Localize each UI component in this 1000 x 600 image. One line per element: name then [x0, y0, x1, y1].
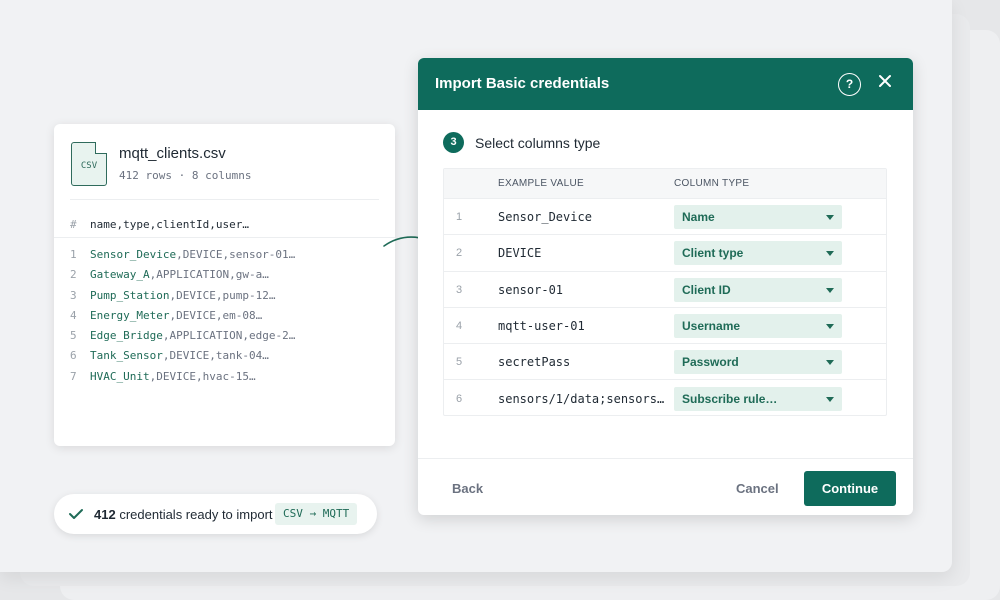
file-icon-label: CSV [80, 161, 98, 171]
line-key: Pump_Station [90, 288, 170, 302]
row-number: 5 [456, 356, 463, 369]
csv-line: 5 Edge_Bridge,APPLICATION,edge-2… [70, 326, 295, 346]
csv-line: 1 Sensor_Device,DEVICE,sensor-01… [70, 245, 295, 265]
example-value: sensors/1/data;sensors… [498, 391, 665, 406]
csv-header-row: # name,type,clientId,user… [70, 218, 249, 231]
column-type-value: Subscribe rule… [682, 391, 778, 406]
line-number: 4 [70, 308, 77, 322]
line-key: Sensor_Device [90, 248, 177, 261]
table-header: EXAMPLE VALUE COLUMN TYPE [444, 169, 886, 199]
dialog-footer: Back Cancel Continue [418, 458, 913, 515]
csv-lines: 1 Sensor_Device,DEVICE,sensor-01… 2 Gatewa… [70, 245, 295, 387]
line-rest: ,DEVICE,tank-04… [162, 349, 269, 363]
file-meta: 412 rows · 8 columns [119, 169, 252, 182]
import-dialog: Import Basic credentials ? 3 Select colu… [418, 58, 913, 515]
row-number: 3 [456, 283, 463, 296]
column-type-value: Client type [682, 246, 744, 261]
line-key: Edge_Bridge [90, 329, 163, 343]
column-type-value: Client ID [682, 282, 731, 297]
example-value: Sensor_Device [498, 210, 592, 224]
table-row: 6 sensors/1/data;sensors… Subscribe rule… [444, 381, 886, 417]
example-value: secretPass [498, 355, 571, 370]
column-type-select[interactable]: Password [674, 350, 842, 375]
divider [70, 199, 379, 200]
line-key: Energy_Meter [90, 308, 170, 322]
divider [54, 237, 395, 238]
line-key: Tank_Sensor [90, 349, 163, 363]
line-number: 1 [70, 248, 77, 261]
csv-line: 6 Tank_Sensor,DEVICE,tank-04… [70, 346, 295, 366]
example-value: mqtt-user-01 [498, 318, 585, 333]
csv-line: 3 Pump_Station,DEVICE,pump-12… [70, 286, 295, 306]
ready-label: credentials ready to import [119, 507, 273, 522]
step-title: Select columns type [475, 135, 601, 151]
chevron-down-icon [826, 251, 834, 257]
chevron-down-icon [826, 360, 834, 366]
line-number: 6 [70, 349, 77, 363]
table-row: 1 Sensor_Device Name [444, 199, 886, 236]
line-rest: ,DEVICE,sensor-01… [176, 248, 296, 261]
cancel-button[interactable]: Cancel [736, 481, 779, 496]
stage: CSV mqtt_clients.csv 412 rows · 8 column… [0, 0, 952, 572]
chevron-down-icon [826, 287, 834, 293]
file-name: mqtt_clients.csv [119, 145, 226, 162]
credentials-count: 412 [94, 507, 116, 522]
column-type-value: Password [682, 355, 739, 370]
line-rest: ,DEVICE,em-08… [169, 308, 263, 322]
table-row: 3 sensor-01 Client ID [444, 272, 886, 308]
columns-table: EXAMPLE VALUE COLUMN TYPE 1 Sensor_Devic… [443, 168, 887, 416]
import-status-pill: 412 credentials ready to import CSV → MQ… [54, 494, 377, 534]
line-rest: ,DEVICE,hvac-15… [149, 369, 256, 383]
column-type-select[interactable]: Name [674, 205, 842, 229]
line-key: Gateway_A [90, 268, 150, 282]
column-type-select[interactable]: Client ID [674, 277, 842, 302]
continue-button[interactable]: Continue [804, 471, 896, 506]
table-row: 5 secretPass Password [444, 344, 886, 381]
line-rest: ,APPLICATION,edge-2… [162, 329, 296, 343]
ready-text: 412 credentials ready to import [94, 507, 273, 522]
back-button[interactable]: Back [452, 481, 483, 496]
csv-line: 4 Energy_Meter,DEVICE,em-08… [70, 306, 295, 326]
dialog-header: Import Basic credentials ? [418, 58, 913, 110]
column-type-select[interactable]: Subscribe rule… [674, 386, 842, 411]
dialog-title: Import Basic credentials [435, 75, 610, 92]
line-rest: ,APPLICATION,gw-a… [149, 268, 269, 282]
csv-header-columns: name,type,clientId,user… [90, 218, 249, 231]
column-type-value: Name [682, 210, 715, 224]
column-type-header: COLUMN TYPE [674, 178, 750, 189]
close-icon[interactable] [877, 73, 893, 89]
help-button[interactable]: ? [838, 73, 861, 96]
example-value: sensor-01 [498, 282, 564, 297]
example-value: DEVICE [498, 246, 542, 261]
line-key: HVAC_Unit [90, 369, 150, 383]
column-type-select[interactable]: Username [674, 313, 842, 338]
chevron-down-icon [826, 396, 834, 402]
row-number: 1 [456, 211, 463, 223]
line-number: 5 [70, 329, 77, 343]
chevron-down-icon [826, 323, 834, 329]
example-value-header: EXAMPLE VALUE [498, 178, 584, 189]
table-row: 4 mqtt-user-01 Username [444, 308, 886, 345]
row-number-header: # [70, 218, 77, 231]
column-type-value: Username [682, 318, 741, 333]
format-badge: CSV → MQTT [275, 503, 358, 525]
line-number: 7 [70, 369, 77, 383]
file-preview-card: CSV mqtt_clients.csv 412 rows · 8 column… [54, 124, 395, 446]
column-type-select[interactable]: Client type [674, 241, 842, 266]
line-number: 3 [70, 288, 77, 302]
chevron-down-icon [826, 215, 834, 220]
line-number: 2 [70, 268, 77, 282]
table-row: 2 DEVICE Client type [444, 235, 886, 272]
check-icon [69, 509, 83, 519]
row-number: 4 [456, 319, 463, 332]
row-number: 6 [456, 392, 463, 405]
row-number: 2 [456, 247, 463, 260]
file-fold-icon [95, 142, 107, 154]
step-number-badge: 3 [443, 132, 464, 153]
csv-line: 7 HVAC_Unit,DEVICE,hvac-15… [70, 367, 295, 387]
csv-line: 2 Gateway_A,APPLICATION,gw-a… [70, 265, 295, 285]
line-rest: ,DEVICE,pump-12… [169, 288, 276, 302]
